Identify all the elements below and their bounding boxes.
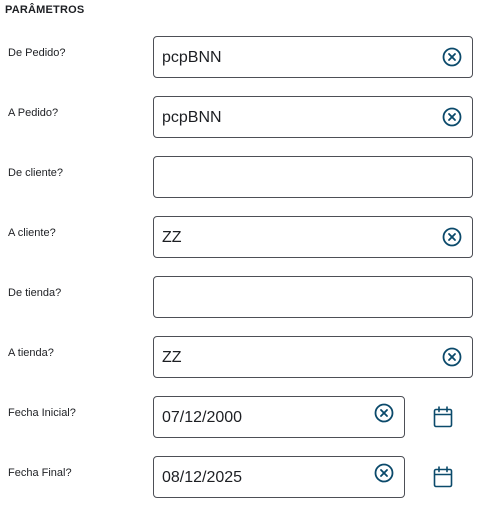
de-tienda-input[interactable] [153, 276, 473, 318]
de-pedido-input[interactable]: pcpBNN [153, 36, 473, 78]
clear-circle-x-icon[interactable] [442, 47, 462, 67]
param-row-a-pedido: A Pedido? pcpBNN [0, 96, 480, 140]
param-row-fecha-inicial: Fecha Inicial? 07/12/2000 [0, 396, 480, 440]
a-cliente-input[interactable]: ZZ [153, 216, 473, 258]
param-label: A tienda? [8, 347, 54, 359]
field-value: ZZ [162, 349, 182, 366]
param-label: De cliente? [8, 167, 64, 179]
a-tienda-input[interactable]: ZZ [153, 336, 473, 378]
clear-circle-x-icon[interactable] [442, 107, 462, 127]
param-label: Fecha Inicial? [8, 407, 76, 419]
calendar-icon[interactable] [433, 466, 453, 488]
field-value: pcpBNN [162, 49, 222, 66]
section-title: PARÂMETROS [5, 4, 85, 16]
param-label: De tienda? [8, 287, 62, 299]
clear-circle-x-icon[interactable] [374, 463, 394, 483]
calendar-icon[interactable] [433, 406, 453, 428]
param-row-de-cliente: De cliente? [0, 156, 480, 200]
param-row-de-tienda: De tienda? [0, 276, 480, 320]
clear-circle-x-icon[interactable] [374, 403, 394, 423]
field-value: 08/12/2025 [162, 469, 243, 486]
param-row-fecha-final: Fecha Final? 08/12/2025 [0, 456, 480, 500]
a-pedido-input[interactable]: pcpBNN [153, 96, 473, 138]
field-value: pcpBNN [162, 109, 222, 126]
fecha-inicial-input[interactable]: 07/12/2000 [153, 396, 405, 438]
param-row-a-tienda: A tienda? ZZ [0, 336, 480, 380]
param-label: Fecha Final? [8, 467, 72, 479]
clear-circle-x-icon[interactable] [442, 227, 462, 247]
param-row-a-cliente: A cliente? ZZ [0, 216, 480, 260]
param-label: De Pedido? [8, 47, 66, 59]
param-row-de-pedido: De Pedido? pcpBNN [0, 36, 480, 80]
field-value: ZZ [162, 229, 182, 246]
clear-circle-x-icon[interactable] [442, 347, 462, 367]
field-value: 07/12/2000 [162, 409, 243, 426]
param-label: A Pedido? [8, 107, 59, 119]
param-label: A cliente? [8, 227, 56, 239]
fecha-final-input[interactable]: 08/12/2025 [153, 456, 405, 498]
de-cliente-input[interactable] [153, 156, 473, 198]
